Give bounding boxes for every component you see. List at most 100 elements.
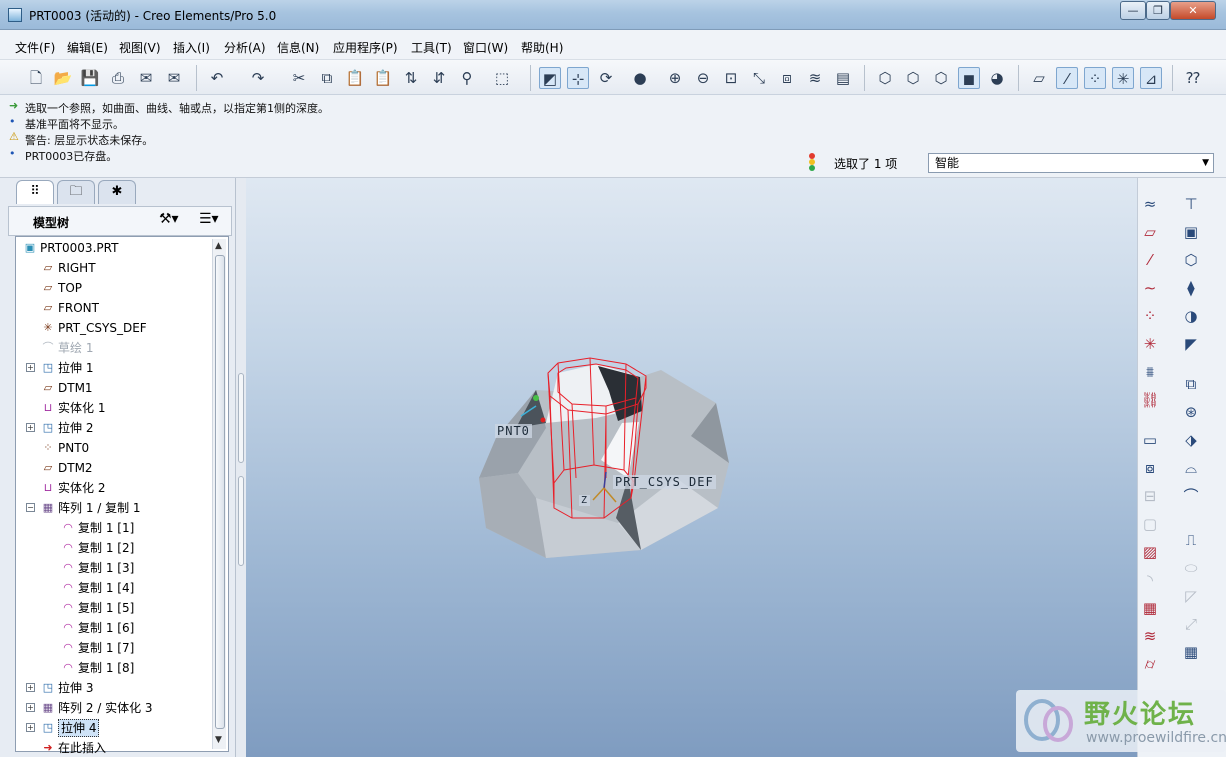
send-mail-icon[interactable]: ✉	[135, 67, 157, 89]
datum-point-label[interactable]: PNT0	[495, 424, 532, 438]
undo-icon[interactable]: ↶	[206, 67, 228, 89]
tree-settings-icon[interactable]: ⚒▾	[159, 211, 179, 227]
round-edge-icon[interactable]: ◝	[1139, 569, 1161, 591]
datum-point-tool-icon[interactable]: ⁘	[1139, 305, 1161, 327]
menu-view[interactable]: 视图(V)	[119, 39, 161, 56]
tree-item[interactable]: ◠ 复制 1 [8]	[16, 659, 211, 677]
minimize-button[interactable]: —	[1120, 1, 1146, 20]
print-icon[interactable]: ⎙	[107, 67, 129, 89]
scroll-thumb[interactable]	[215, 255, 225, 729]
cylinder-tool-icon[interactable]: ⌭	[1139, 653, 1161, 675]
redo-icon[interactable]: ↷	[247, 67, 269, 89]
regenerate-icon[interactable]: ⇅	[400, 67, 422, 89]
layers-icon[interactable]: ≋	[804, 67, 826, 89]
zoom-in-icon[interactable]: ⊕	[664, 67, 686, 89]
tree-item[interactable]: ◠ 复制 1 [4]	[16, 579, 211, 597]
tree-item[interactable]: ◠ 复制 1 [1]	[16, 519, 211, 537]
copy-icon[interactable]: ⧉	[316, 67, 338, 89]
tree-item[interactable]: ⊔ 实体化 2	[16, 479, 211, 497]
scroll-up-icon[interactable]: ▲	[215, 241, 222, 251]
expand-icon[interactable]: +	[26, 723, 35, 732]
selection-filter-dropdown[interactable]: 智能 ▼	[928, 153, 1214, 173]
wireframe-icon[interactable]: ⬡	[874, 67, 896, 89]
menu-applications[interactable]: 应用程序(P)	[333, 39, 398, 56]
warp-tool-icon[interactable]: ≋	[1139, 625, 1161, 647]
tab-model-tree[interactable]: ⠿	[16, 180, 54, 204]
expand-icon[interactable]: +	[26, 363, 35, 372]
hidden-line-icon[interactable]: ⬡	[902, 67, 924, 89]
panel-splitter[interactable]	[236, 178, 246, 757]
datum-axis-tool-icon[interactable]: ⁄	[1139, 249, 1161, 271]
scroll-down-icon[interactable]: ▼	[215, 735, 222, 745]
csys-label[interactable]: PRT_CSYS_DEF	[613, 475, 716, 489]
expand-icon[interactable]: +	[26, 423, 35, 432]
chain-icon[interactable]: ⛓	[1139, 389, 1161, 411]
menu-window[interactable]: 窗口(W)	[463, 39, 508, 56]
annotation-display-icon[interactable]: ⊿	[1140, 67, 1162, 89]
tree-item[interactable]: ▱ RIGHT	[16, 259, 211, 277]
surface-tool-icon[interactable]: ⌒	[1180, 485, 1202, 507]
mirror-tool-icon[interactable]: ⎍	[1180, 529, 1202, 551]
model-3d-view[interactable]	[246, 178, 1137, 757]
cut-icon[interactable]: ✂	[288, 67, 310, 89]
tree-item[interactable]: ➜ 在此插入	[16, 739, 211, 757]
saved-views-icon[interactable]: ⧈	[776, 67, 798, 89]
chamfer-tool-icon[interactable]: ◤	[1180, 333, 1202, 355]
tree-item[interactable]: ◠ 复制 1 [2]	[16, 539, 211, 557]
splitter-handle[interactable]	[238, 373, 244, 463]
menu-analysis[interactable]: 分析(A)	[224, 39, 266, 56]
trim-tool-icon[interactable]: ◸	[1180, 585, 1202, 607]
tree-item[interactable]: ▱ DTM1	[16, 379, 211, 397]
style-icon[interactable]: ≈	[1139, 193, 1161, 215]
tree-item[interactable]: ◠ 复制 1 [6]	[16, 619, 211, 637]
tree-item[interactable]: ◠ 复制 1 [5]	[16, 599, 211, 617]
pattern-grid-icon[interactable]: ▦	[1180, 641, 1202, 663]
tree-item[interactable]: ▱ FRONT	[16, 299, 211, 317]
csys-display-icon[interactable]: ✳	[1112, 67, 1134, 89]
tree-item[interactable]: ▱ TOP	[16, 279, 211, 297]
find-binoculars-icon[interactable]: ⚲	[456, 67, 478, 89]
expand-icon[interactable]: +	[26, 703, 35, 712]
appearance-sphere-icon[interactable]: ●	[623, 67, 657, 89]
zoom-out-icon[interactable]: ⊖	[692, 67, 714, 89]
menu-file[interactable]: 文件(F)	[15, 39, 55, 56]
shading-icon[interactable]: ◼	[958, 67, 980, 89]
refit-icon[interactable]: ⊡	[720, 67, 742, 89]
datum-point-display-icon[interactable]: ⁘	[1084, 67, 1106, 89]
splitter-handle[interactable]	[238, 476, 244, 566]
merge-tool-icon[interactable]: ⬭	[1180, 557, 1202, 579]
close-button[interactable]: ✕	[1170, 1, 1216, 20]
variable-section-icon[interactable]: ⊛	[1180, 401, 1202, 423]
paste-icon[interactable]: 📋	[344, 67, 366, 89]
maximize-button[interactable]: ❐	[1146, 1, 1170, 20]
menu-info[interactable]: 信息(N)	[277, 39, 319, 56]
collapse-icon[interactable]: −	[26, 503, 35, 512]
tree-item[interactable]: ▱ DTM2	[16, 459, 211, 477]
new-file-icon[interactable]: 🗋	[25, 67, 47, 89]
fill-tool-icon[interactable]: ▢	[1139, 513, 1161, 535]
extrude-tool-icon[interactable]: ⊤	[1180, 193, 1202, 215]
datum-curve-tool-icon[interactable]: ∼	[1139, 277, 1161, 299]
sketch-refs-icon[interactable]: ⊟	[1139, 485, 1161, 507]
boundary-blend-icon[interactable]: ⌓	[1180, 457, 1202, 479]
blend-tool-icon[interactable]: ⧉	[1180, 373, 1202, 395]
tab-favorites[interactable]: ✱	[98, 180, 136, 204]
pattern-tool-icon[interactable]: ▦	[1139, 597, 1161, 619]
reorient-icon[interactable]: ⤡	[748, 67, 770, 89]
menu-tools[interactable]: 工具(T)	[411, 39, 452, 56]
no-hidden-icon[interactable]: ⬡	[930, 67, 952, 89]
datum-axis-display-icon[interactable]: ⁄	[1056, 67, 1078, 89]
tree-item[interactable]: + ◳ 拉伸 2	[16, 419, 211, 437]
tree-item[interactable]: ✳ PRT_CSYS_DEF	[16, 319, 211, 337]
open-folder-icon[interactable]: 📂	[52, 67, 74, 89]
menu-edit[interactable]: 编辑(E)	[67, 39, 108, 56]
analysis-tool-icon[interactable]: ⩩	[1139, 361, 1161, 383]
repaint-icon[interactable]: ◩	[539, 67, 561, 89]
tree-item[interactable]: ◠ 复制 1 [3]	[16, 559, 211, 577]
tab-folder-browser[interactable]: 🗀	[57, 180, 95, 204]
tree-item[interactable]: + ▦ 阵列 2 / 实体化 3	[16, 699, 211, 717]
spin-center-icon[interactable]: ⊹	[567, 67, 589, 89]
save-icon[interactable]: 💾	[79, 67, 101, 89]
fill-surface-icon[interactable]: ▨	[1139, 541, 1161, 563]
hole-tool-icon[interactable]: ◑	[1180, 305, 1202, 327]
